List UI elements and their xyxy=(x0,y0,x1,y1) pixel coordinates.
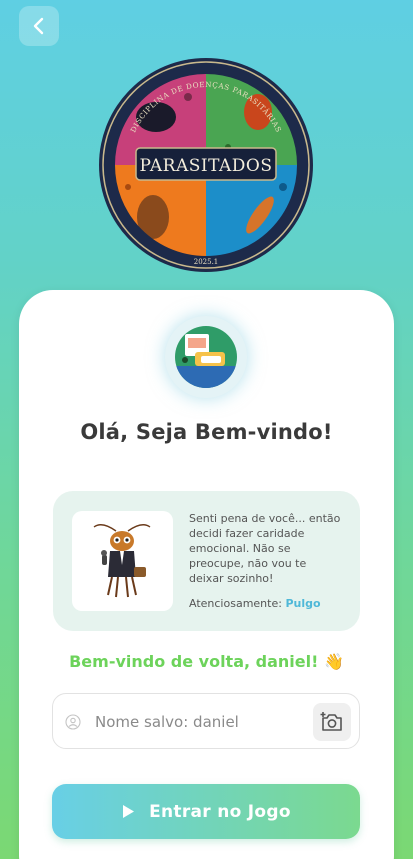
user-icon xyxy=(65,714,81,730)
page-title: Olá, Seja Bem-vindo! xyxy=(80,420,333,444)
avatar xyxy=(165,316,247,398)
signature-prefix: Atenciosamente: xyxy=(189,597,282,610)
mascot-image xyxy=(72,511,173,611)
mascot-signature: Atenciosamente: Pulgo xyxy=(189,597,321,610)
welcome-back-text: Bem-vindo de volta, daniel! 👋 xyxy=(69,652,344,671)
chevron-left-icon xyxy=(33,17,44,35)
enter-game-button[interactable]: Entrar no Jogo xyxy=(52,784,360,839)
login-card: Olá, Seja Bem-vindo! Senti pena de você.… xyxy=(19,290,394,859)
back-button[interactable] xyxy=(19,6,59,46)
computer-illustration-icon xyxy=(175,326,237,388)
camera-plus-icon xyxy=(320,712,342,731)
mascot-message: Senti pena de você... então decidi fazer… xyxy=(53,491,360,631)
parasitados-logo: PARASITADOS DISCIPLINA DE DOENÇAS PARASI… xyxy=(98,57,314,273)
flea-mascot-icon xyxy=(93,524,150,598)
enter-game-label: Entrar no Jogo xyxy=(149,801,291,822)
name-input[interactable] xyxy=(95,706,305,738)
signature-author: Pulgo xyxy=(285,597,321,610)
play-icon xyxy=(123,805,135,818)
mascot-message-text: Senti pena de você... então decidi fazer… xyxy=(189,512,341,585)
logo-title: PARASITADOS xyxy=(140,156,273,176)
camera-button[interactable] xyxy=(313,703,351,741)
name-field xyxy=(52,693,360,749)
logo-year: 2025.1 xyxy=(194,258,219,266)
